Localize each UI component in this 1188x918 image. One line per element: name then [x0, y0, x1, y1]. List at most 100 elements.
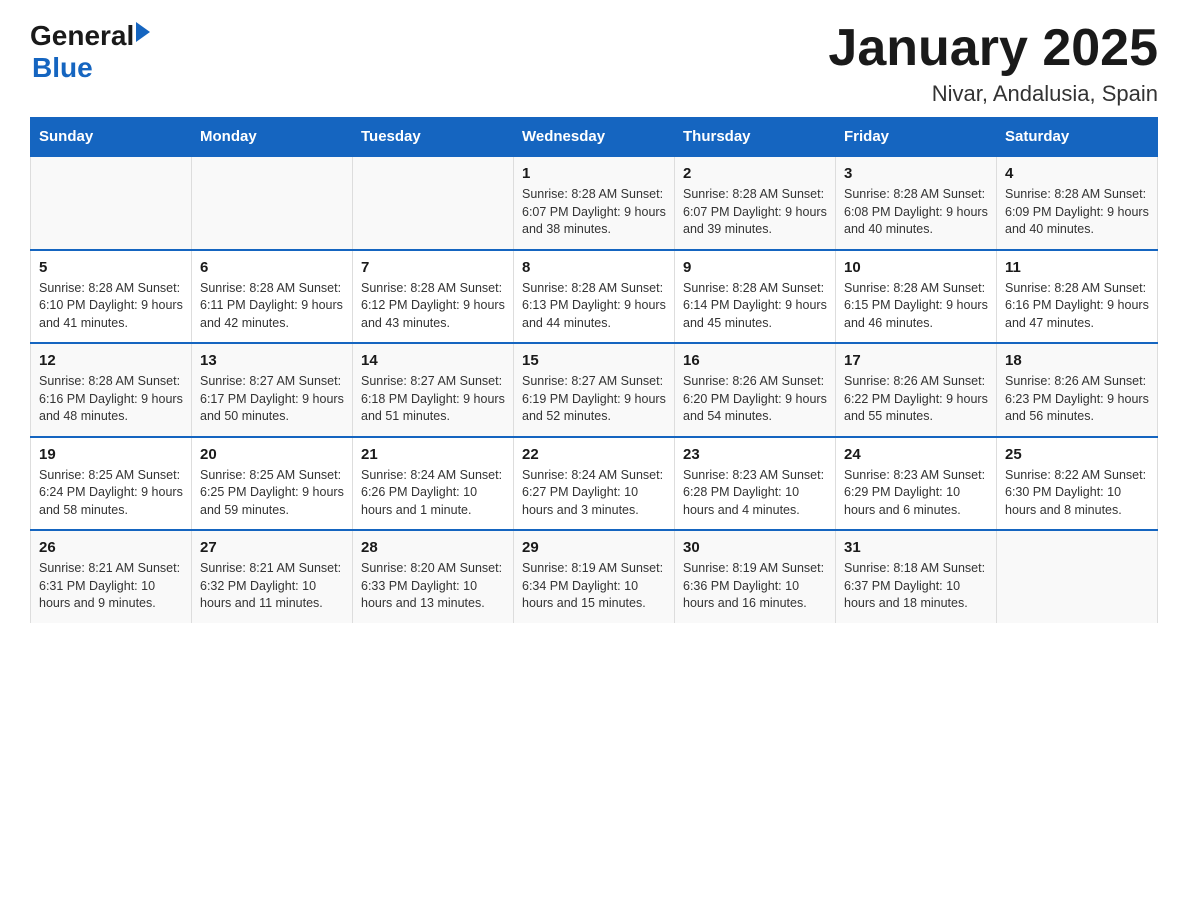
week-row-3: 12 Sunrise: 8:28 AM Sunset: 6:16 PM Dayli… — [31, 343, 1158, 437]
day-info: Sunrise: 8:26 AM Sunset: 6:23 PM Dayligh… — [1005, 373, 1149, 426]
day-number: 17 — [844, 352, 988, 369]
week-row-4: 19Sunrise: 8:25 AM Sunset: 6:24 PM Dayli… — [31, 437, 1158, 531]
calendar-cell: 27 Sunrise: 8:21 AM Sunset: 6:32 PM Dayli… — [192, 530, 353, 623]
day-number: 8 — [522, 259, 666, 276]
calendar-title: January 2025 — [828, 20, 1158, 77]
day-number: 7 — [361, 259, 505, 276]
day-info: Sunrise: 8:28 AM Sunset: 6:09 PM Dayligh… — [1005, 186, 1149, 239]
day-number: 31 — [844, 539, 988, 556]
week-row-5: 26 Sunrise: 8:21 AM Sunset: 6:31 PM Dayli… — [31, 530, 1158, 623]
day-info: Sunrise: 8:28 AM Sunset: 6:16 PM Dayligh… — [1005, 280, 1149, 333]
calendar-cell: 16 Sunrise: 8:26 AM Sunset: 6:20 PM Dayli… — [675, 343, 836, 437]
calendar-body: 1 Sunrise: 8:28 AM Sunset: 6:07 PM Daylig… — [31, 156, 1158, 623]
day-info: Sunrise: 8:23 AM Sunset: 6:28 PM Dayligh… — [683, 467, 827, 520]
day-info: Sunrise: 8:21 AM Sunset: 6:32 PM Dayligh… — [200, 560, 344, 613]
day-info: Sunrise: 8:27 AM Sunset: 6:18 PM Dayligh… — [361, 373, 505, 426]
day-info: Sunrise: 8:19 AM Sunset: 6:34 PM Dayligh… — [522, 560, 666, 613]
logo: General Blue — [30, 20, 150, 84]
day-info: Sunrise: 8:24 AM Sunset: 6:26 PM Dayligh… — [361, 467, 505, 520]
calendar-cell: 14 Sunrise: 8:27 AM Sunset: 6:18 PM Dayli… — [353, 343, 514, 437]
day-number: 18 — [1005, 352, 1149, 369]
logo-blue-text: Blue — [32, 52, 150, 84]
day-number: 6 — [200, 259, 344, 276]
day-header-monday: Monday — [192, 118, 353, 157]
day-header-wednesday: Wednesday — [514, 118, 675, 157]
calendar-cell: 15 Sunrise: 8:27 AM Sunset: 6:19 PM Dayli… — [514, 343, 675, 437]
calendar-cell: 3Sunrise: 8:28 AM Sunset: 6:08 PM Daylig… — [836, 156, 997, 250]
calendar-cell: 9 Sunrise: 8:28 AM Sunset: 6:14 PM Daylig… — [675, 250, 836, 344]
day-number: 12 — [39, 352, 183, 369]
day-number: 26 — [39, 539, 183, 556]
calendar-cell: 28 Sunrise: 8:20 AM Sunset: 6:33 PM Dayli… — [353, 530, 514, 623]
day-info: Sunrise: 8:24 AM Sunset: 6:27 PM Dayligh… — [522, 467, 666, 520]
day-info: Sunrise: 8:26 AM Sunset: 6:20 PM Dayligh… — [683, 373, 827, 426]
day-number: 29 — [522, 539, 666, 556]
calendar-cell: 29 Sunrise: 8:19 AM Sunset: 6:34 PM Dayli… — [514, 530, 675, 623]
day-info: Sunrise: 8:28 AM Sunset: 6:15 PM Dayligh… — [844, 280, 988, 333]
day-number: 27 — [200, 539, 344, 556]
calendar-cell: 18 Sunrise: 8:26 AM Sunset: 6:23 PM Dayli… — [997, 343, 1158, 437]
calendar-cell — [31, 156, 192, 250]
day-info: Sunrise: 8:28 AM Sunset: 6:07 PM Dayligh… — [522, 186, 666, 239]
calendar-cell: 2Sunrise: 8:28 AM Sunset: 6:07 PM Daylig… — [675, 156, 836, 250]
day-number: 14 — [361, 352, 505, 369]
day-info: Sunrise: 8:27 AM Sunset: 6:19 PM Dayligh… — [522, 373, 666, 426]
day-info: Sunrise: 8:28 AM Sunset: 6:13 PM Dayligh… — [522, 280, 666, 333]
calendar-cell: 30Sunrise: 8:19 AM Sunset: 6:36 PM Dayli… — [675, 530, 836, 623]
day-info: Sunrise: 8:28 AM Sunset: 6:12 PM Dayligh… — [361, 280, 505, 333]
day-info: Sunrise: 8:26 AM Sunset: 6:22 PM Dayligh… — [844, 373, 988, 426]
day-header-row: SundayMondayTuesdayWednesdayThursdayFrid… — [31, 118, 1158, 157]
calendar-cell: 22Sunrise: 8:24 AM Sunset: 6:27 PM Dayli… — [514, 437, 675, 531]
week-row-2: 5Sunrise: 8:28 AM Sunset: 6:10 PM Daylig… — [31, 250, 1158, 344]
calendar-cell: 4 Sunrise: 8:28 AM Sunset: 6:09 PM Daylig… — [997, 156, 1158, 250]
day-info: Sunrise: 8:22 AM Sunset: 6:30 PM Dayligh… — [1005, 467, 1149, 520]
calendar-cell: 8 Sunrise: 8:28 AM Sunset: 6:13 PM Daylig… — [514, 250, 675, 344]
day-info: Sunrise: 8:28 AM Sunset: 6:14 PM Dayligh… — [683, 280, 827, 333]
day-number: 1 — [522, 165, 666, 182]
day-header-sunday: Sunday — [31, 118, 192, 157]
logo-arrow-icon — [136, 22, 150, 42]
calendar-cell: 23 Sunrise: 8:23 AM Sunset: 6:28 PM Dayli… — [675, 437, 836, 531]
calendar-title-block: January 2025 Nivar, Andalusia, Spain — [828, 20, 1158, 107]
day-info: Sunrise: 8:28 AM Sunset: 6:07 PM Dayligh… — [683, 186, 827, 239]
day-info: Sunrise: 8:20 AM Sunset: 6:33 PM Dayligh… — [361, 560, 505, 613]
day-info: Sunrise: 8:28 AM Sunset: 6:16 PM Dayligh… — [39, 373, 183, 426]
day-header-friday: Friday — [836, 118, 997, 157]
calendar-cell: 11 Sunrise: 8:28 AM Sunset: 6:16 PM Dayli… — [997, 250, 1158, 344]
calendar-cell: 10Sunrise: 8:28 AM Sunset: 6:15 PM Dayli… — [836, 250, 997, 344]
calendar-cell: 17 Sunrise: 8:26 AM Sunset: 6:22 PM Dayli… — [836, 343, 997, 437]
day-header-thursday: Thursday — [675, 118, 836, 157]
day-number: 23 — [683, 446, 827, 463]
calendar-cell: 21 Sunrise: 8:24 AM Sunset: 6:26 PM Dayli… — [353, 437, 514, 531]
week-row-1: 1 Sunrise: 8:28 AM Sunset: 6:07 PM Daylig… — [31, 156, 1158, 250]
day-info: Sunrise: 8:25 AM Sunset: 6:25 PM Dayligh… — [200, 467, 344, 520]
calendar-cell: 26 Sunrise: 8:21 AM Sunset: 6:31 PM Dayli… — [31, 530, 192, 623]
day-number: 11 — [1005, 259, 1149, 276]
day-number: 16 — [683, 352, 827, 369]
day-number: 28 — [361, 539, 505, 556]
day-info: Sunrise: 8:28 AM Sunset: 6:10 PM Dayligh… — [39, 280, 183, 333]
day-info: Sunrise: 8:21 AM Sunset: 6:31 PM Dayligh… — [39, 560, 183, 613]
page-header: General Blue January 2025 Nivar, Andalus… — [30, 20, 1158, 107]
day-info: Sunrise: 8:28 AM Sunset: 6:11 PM Dayligh… — [200, 280, 344, 333]
day-info: Sunrise: 8:23 AM Sunset: 6:29 PM Dayligh… — [844, 467, 988, 520]
day-number: 9 — [683, 259, 827, 276]
day-number: 25 — [1005, 446, 1149, 463]
calendar-cell: 25 Sunrise: 8:22 AM Sunset: 6:30 PM Dayli… — [997, 437, 1158, 531]
day-number: 15 — [522, 352, 666, 369]
day-info: Sunrise: 8:25 AM Sunset: 6:24 PM Dayligh… — [39, 467, 183, 520]
calendar-cell — [997, 530, 1158, 623]
calendar-cell — [192, 156, 353, 250]
day-number: 21 — [361, 446, 505, 463]
day-number: 3 — [844, 165, 988, 182]
day-number: 4 — [1005, 165, 1149, 182]
day-number: 20 — [200, 446, 344, 463]
day-number: 13 — [200, 352, 344, 369]
calendar-cell: 24Sunrise: 8:23 AM Sunset: 6:29 PM Dayli… — [836, 437, 997, 531]
calendar-cell: 12 Sunrise: 8:28 AM Sunset: 6:16 PM Dayli… — [31, 343, 192, 437]
calendar-cell: 31Sunrise: 8:18 AM Sunset: 6:37 PM Dayli… — [836, 530, 997, 623]
calendar-cell: 20 Sunrise: 8:25 AM Sunset: 6:25 PM Dayli… — [192, 437, 353, 531]
day-info: Sunrise: 8:27 AM Sunset: 6:17 PM Dayligh… — [200, 373, 344, 426]
calendar-cell: 5Sunrise: 8:28 AM Sunset: 6:10 PM Daylig… — [31, 250, 192, 344]
calendar-cell: 19Sunrise: 8:25 AM Sunset: 6:24 PM Dayli… — [31, 437, 192, 531]
